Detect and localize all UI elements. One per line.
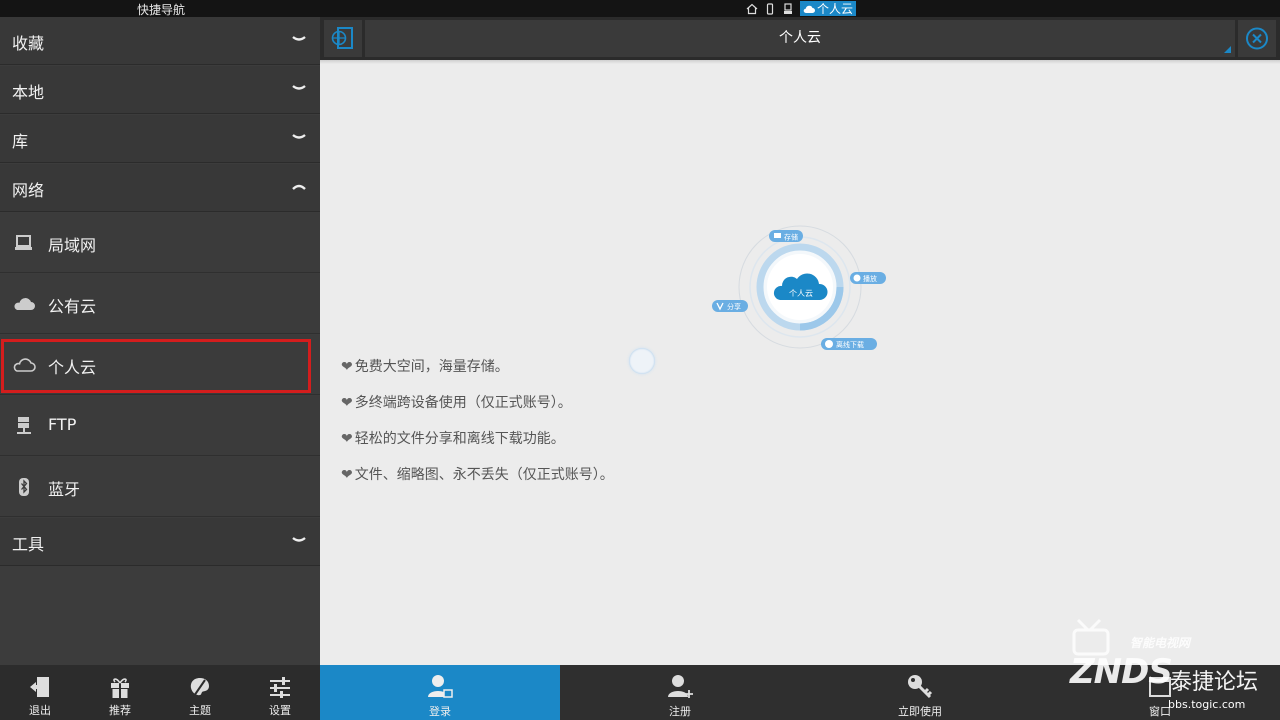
register-button[interactable]: 注册 — [560, 665, 800, 720]
feature-list: ❤ 免费大空间，海量存储。 ❤ 多终端跨设备使用（仅正式账号）。 ❤ 轻松的文件分享和… — [341, 357, 614, 501]
section-label: 库 — [12, 132, 29, 151]
section-network[interactable]: 网络 — [0, 164, 320, 212]
sidebar-item-lan[interactable]: 局域网 — [0, 213, 320, 273]
sidebar-item-ftp[interactable]: FTP — [0, 396, 320, 456]
feature-text: 多终端跨设备使用（仅正式账号）。 — [354, 395, 572, 411]
main-panel: 个人云 个人云 存储 播放 离线下载 分享 ❤ 免费大空间，海量存储。 ❤ 多终… — [320, 17, 1280, 720]
feature-item: ❤ 轻松的文件分享和离线下载功能。 — [341, 429, 614, 465]
close-button[interactable] — [1238, 20, 1276, 57]
sidebar: 收藏 本地 库 网络 局域网 公有云 个人云 FTP 蓝牙 工具 退出 推荐 主… — [0, 17, 320, 720]
login-button[interactable]: 登录 — [320, 665, 560, 720]
sidebar-bottom-bar: 退出 推荐 主题 设置 — [0, 665, 320, 720]
section-tools[interactable]: 工具 — [0, 518, 320, 566]
feature-item: ❤ 免费大空间，海量存储。 — [341, 357, 614, 393]
header-shadow — [320, 60, 1280, 64]
heart-icon: ❤ — [341, 431, 353, 447]
settings-button[interactable]: 设置 — [240, 665, 320, 720]
corner-indicator-icon — [1224, 46, 1231, 53]
register-label: 注册 — [669, 705, 691, 718]
status-bar: 快捷导航 个人云 — [0, 0, 1280, 17]
feature-text: 轻松的文件分享和离线下载功能。 — [354, 431, 565, 447]
settings-label: 设置 — [269, 704, 291, 717]
sidebar-item-bluetooth[interactable]: 蓝牙 — [0, 457, 320, 517]
section-label: 收藏 — [12, 34, 45, 53]
login-label: 登录 — [429, 705, 451, 718]
diagram-label-play: 播放 — [863, 274, 877, 283]
sidebar-item-label: 个人云 — [48, 358, 97, 377]
breadcrumb-active-item[interactable]: 个人云 — [800, 1, 857, 16]
section-library[interactable]: 库 — [0, 115, 320, 163]
feature-text: 免费大空间，海量存储。 — [354, 359, 509, 375]
ftp-server-icon — [17, 417, 31, 434]
gift-icon — [111, 678, 129, 698]
window-button[interactable]: 窗口 — [1040, 665, 1280, 720]
bluetooth-icon — [19, 478, 29, 496]
chevron-up-icon — [292, 184, 306, 190]
sidebar-item-public-cloud[interactable]: 公有云 — [0, 274, 320, 334]
diagram-center-label: 个人云 — [789, 289, 813, 298]
sidebar-item-label: 局域网 — [48, 236, 97, 255]
sidebar-item-personal-cloud[interactable]: 个人云 — [0, 335, 320, 395]
phone-icon[interactable] — [764, 2, 776, 15]
sidebar-item-label: FTP — [48, 415, 77, 434]
login-user-icon — [428, 675, 453, 698]
window-label: 窗口 — [1149, 705, 1171, 718]
diagram-label-storage: 存储 — [784, 233, 798, 242]
sidebar-item-label: 蓝牙 — [48, 480, 81, 499]
section-local[interactable]: 本地 — [0, 66, 320, 114]
exit-button[interactable]: 退出 — [0, 665, 80, 720]
desktop-icon[interactable] — [782, 2, 794, 15]
add-user-icon — [668, 675, 693, 698]
action-bar: 登录 注册 立即使用 窗口 — [320, 665, 1280, 720]
section-label: 网络 — [12, 181, 45, 200]
close-icon — [1246, 27, 1268, 50]
main-header: 个人云 — [320, 17, 1280, 60]
breadcrumb-active-label: 个人云 — [817, 2, 854, 16]
theme-label: 主题 — [189, 704, 211, 717]
home-icon[interactable] — [746, 3, 758, 15]
use-now-button[interactable]: 立即使用 — [800, 665, 1040, 720]
cloud-filled-icon — [14, 298, 36, 310]
diagram-label-share: 分享 — [727, 302, 741, 311]
window-icon — [1149, 677, 1171, 697]
heart-icon: ❤ — [341, 467, 353, 483]
recommend-label: 推荐 — [109, 704, 131, 717]
key-icon — [908, 675, 933, 699]
feature-item: ❤ 文件、缩略图、永不丢失（仅正式账号）。 — [341, 465, 614, 501]
cloud-outline-icon — [13, 358, 36, 372]
quick-nav-title: 快捷导航 — [137, 3, 186, 17]
header-title-bar[interactable]: 个人云 — [365, 20, 1235, 57]
play-icon — [853, 274, 861, 282]
exit-icon — [30, 677, 49, 697]
sliders-icon — [270, 677, 290, 698]
sidebar-item-label: 公有云 — [48, 297, 97, 316]
loading-spinner — [629, 348, 655, 374]
palette-icon — [190, 678, 209, 697]
chevron-down-icon — [292, 36, 306, 41]
page-title: 个人云 — [779, 30, 821, 46]
download-cloud-icon — [825, 340, 833, 348]
diagram-label-offline-download: 离线下载 — [836, 340, 864, 349]
personal-cloud-diagram: 个人云 存储 播放 离线下载 分享 — [712, 225, 886, 350]
section-label: 工具 — [12, 535, 45, 554]
cloud-icon — [803, 5, 815, 13]
globe-panel-icon — [331, 27, 353, 49]
computer-icon — [15, 235, 32, 250]
breadcrumb: 个人云 — [746, 0, 857, 17]
heart-icon: ❤ — [341, 359, 353, 375]
feature-item: ❤ 多终端跨设备使用（仅正式账号）。 — [341, 393, 614, 429]
use-now-label: 立即使用 — [898, 705, 942, 718]
theme-button[interactable]: 主题 — [160, 665, 240, 720]
storage-icon — [774, 233, 781, 238]
exit-label: 退出 — [29, 704, 51, 717]
view-toggle-button[interactable] — [324, 20, 362, 57]
recommend-button[interactable]: 推荐 — [80, 665, 160, 720]
section-favorites[interactable]: 收藏 — [0, 17, 320, 65]
section-label: 本地 — [12, 83, 45, 102]
feature-text: 文件、缩略图、永不丢失（仅正式账号）。 — [354, 467, 614, 483]
chevron-down-icon — [292, 85, 306, 90]
chevron-down-icon — [292, 537, 306, 542]
heart-icon: ❤ — [341, 395, 353, 411]
chevron-down-icon — [292, 134, 306, 139]
